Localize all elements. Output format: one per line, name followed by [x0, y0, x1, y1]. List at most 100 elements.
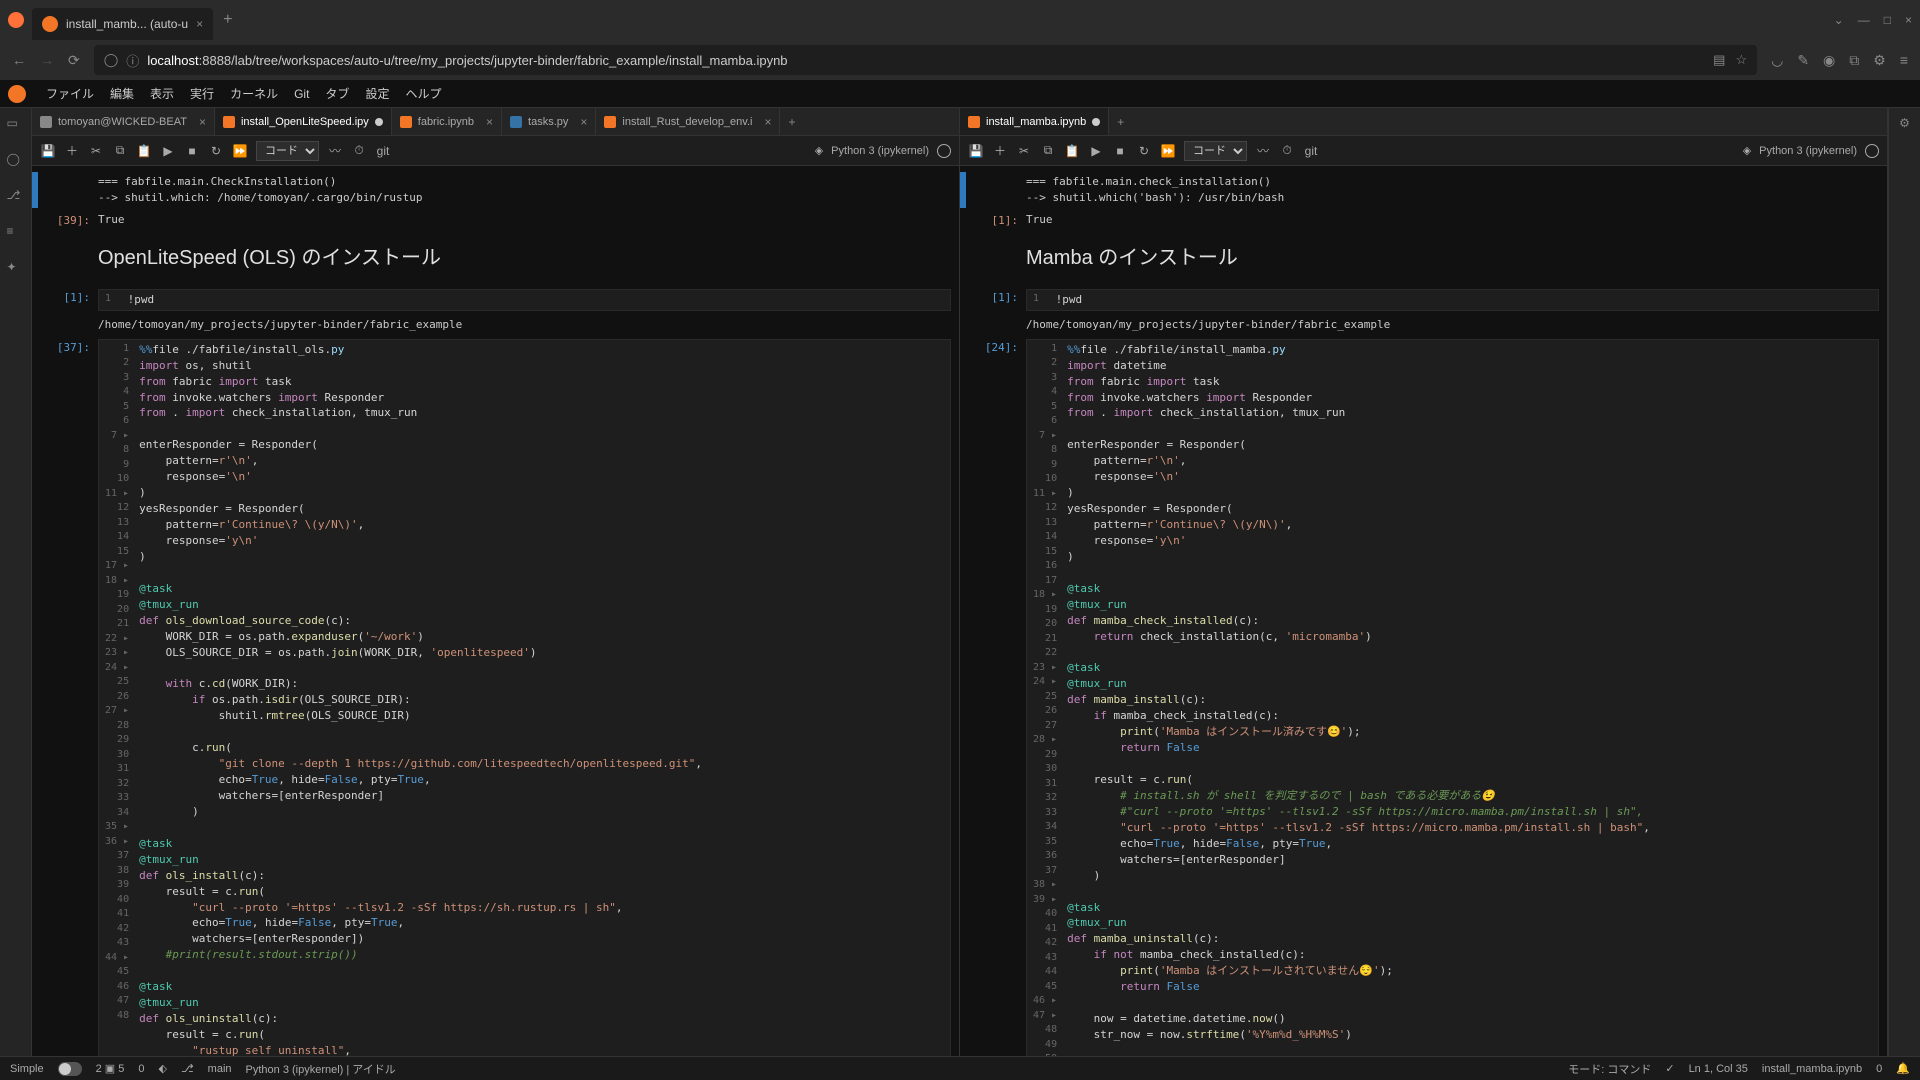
timing-icon[interactable]: ⏱ [351, 143, 367, 158]
pocket-icon[interactable]: ◡ [1771, 52, 1783, 69]
add-tab-button[interactable]: + [780, 115, 803, 129]
right-notebook[interactable]: === fabfile.main.check_installation() --… [960, 166, 1887, 1056]
restart-run-icon[interactable]: ⏩ [232, 144, 248, 158]
status-filename[interactable]: install_mamba.ipynb [1762, 1063, 1862, 1075]
new-tab-button[interactable]: + [223, 11, 232, 29]
output-text: === fabfile.main.CheckInstallation() -->… [98, 172, 959, 208]
menu-edit[interactable]: 編集 [110, 85, 134, 102]
variable-icon[interactable]: 〰 [327, 142, 343, 159]
timing-icon[interactable]: ⏱ [1279, 143, 1295, 158]
tab-rust[interactable]: install_Rust_develop_env.i× [596, 108, 780, 135]
status-lsp-icon[interactable]: ⬖ [159, 1062, 167, 1075]
status-kernel[interactable]: Python 3 (ipykernel) | アイドル [246, 1061, 396, 1077]
add-cell-icon[interactable]: ＋ [992, 142, 1008, 159]
code-cell-37[interactable]: %%file ./fabfile/install_ols.py import o… [135, 340, 950, 1056]
tab-tasks[interactable]: tasks.py× [502, 108, 596, 135]
menu-file[interactable]: ファイル [46, 85, 94, 102]
window-maximize-icon[interactable]: □ [1884, 13, 1891, 27]
left-notebook[interactable]: === fabfile.main.CheckInstallation() -->… [32, 166, 959, 1056]
simple-mode-toggle[interactable] [58, 1062, 82, 1076]
close-icon[interactable]: × [196, 17, 203, 31]
save-icon[interactable]: 💾 [968, 144, 984, 158]
cut-icon[interactable]: ✂ [88, 144, 104, 158]
markdown-heading[interactable]: OpenLiteSpeed (OLS) のインストール [98, 234, 951, 283]
cut-icon[interactable]: ✂ [1016, 144, 1032, 158]
extensions-icon[interactable]: ⧉ [1849, 52, 1859, 69]
tab-install-mamba[interactable]: install_mamba.ipynb [960, 108, 1109, 135]
browser-tab[interactable]: install_mamb... (auto-u × [32, 8, 213, 40]
bookmark-icon[interactable]: ☆ [1735, 52, 1747, 68]
jupyter-menubar: ファイル 編集 表示 実行 カーネル Git タブ 設定 ヘルプ [0, 80, 1920, 108]
status-terminals[interactable]: 2 ▣ 5 [96, 1062, 125, 1075]
copy-icon[interactable]: ⧉ [112, 143, 128, 158]
cell-type-select[interactable]: コード [1184, 141, 1247, 161]
close-icon[interactable]: × [580, 115, 587, 129]
restart-run-icon[interactable]: ⏩ [1160, 144, 1176, 158]
menu-git[interactable]: Git [294, 87, 309, 101]
code-cell-24[interactable]: %%file ./fabfile/install_mamba.py import… [1063, 340, 1878, 1056]
status-git-icon[interactable]: ⎇ [181, 1062, 194, 1075]
tab-fabric[interactable]: fabric.ipynb× [392, 108, 502, 135]
menu-kernel[interactable]: カーネル [230, 85, 278, 102]
property-inspector-icon[interactable]: ⚙ [1899, 116, 1910, 130]
kernel-switch-icon[interactable]: ◈ [815, 144, 823, 157]
extensions-palette-icon[interactable]: ✦ [7, 260, 25, 278]
cell-type-select[interactable]: コード [256, 141, 319, 161]
paste-icon[interactable]: 📋 [136, 144, 152, 158]
reader-icon[interactable]: ▤ [1713, 52, 1725, 68]
code-pwd[interactable]: !pwd [1045, 290, 1878, 310]
status-trusted-icon[interactable]: ✓ [1665, 1062, 1674, 1075]
git-icon[interactable]: ⎇ [7, 188, 25, 206]
paste-icon[interactable]: 📋 [1064, 144, 1080, 158]
copy-icon[interactable]: ⧉ [1040, 143, 1056, 158]
tab-install-ols[interactable]: install_OpenLiteSpeed.ipy [215, 108, 392, 135]
status-branch[interactable]: main [208, 1063, 232, 1075]
menu-icon[interactable]: ≡ [1900, 52, 1908, 69]
close-icon[interactable]: × [764, 115, 771, 129]
code-pwd[interactable]: !pwd [117, 290, 950, 310]
menu-run[interactable]: 実行 [190, 85, 214, 102]
status-position[interactable]: Ln 1, Col 35 [1689, 1063, 1748, 1075]
stop-icon[interactable]: ■ [184, 144, 200, 158]
menu-tabs[interactable]: タブ [325, 85, 349, 102]
back-icon[interactable]: ← [12, 52, 26, 68]
kernel-name[interactable]: Python 3 (ipykernel) [1759, 145, 1857, 157]
bell-icon[interactable]: 🔔 [1896, 1062, 1910, 1075]
add-tab-button[interactable]: + [1109, 115, 1132, 129]
restart-icon[interactable]: ↻ [1136, 144, 1152, 158]
close-icon[interactable]: × [199, 115, 206, 129]
git-text[interactable]: git [1303, 144, 1319, 158]
markdown-heading[interactable]: Mamba のインストール [1026, 234, 1879, 283]
restart-icon[interactable]: ↻ [208, 144, 224, 158]
save-icon[interactable]: 💾 [40, 144, 56, 158]
git-text[interactable]: git [375, 144, 391, 158]
account-icon[interactable]: ◉ [1823, 52, 1835, 69]
reload-icon[interactable]: ⟳ [68, 52, 80, 69]
filebrowser-icon[interactable]: ▭ [7, 116, 25, 134]
close-icon[interactable]: × [486, 115, 493, 129]
menu-view[interactable]: 表示 [150, 85, 174, 102]
out-prompt: [1]: [966, 210, 1026, 230]
kernel-switch-icon[interactable]: ◈ [1743, 144, 1751, 157]
variable-icon[interactable]: 〰 [1255, 142, 1271, 159]
left-toolbar: 💾 ＋ ✂ ⧉ 📋 ▶ ■ ↻ ⏩ コード 〰 ⏱ git ◈ Python 3… [32, 136, 959, 166]
menu-settings[interactable]: 設定 [365, 85, 389, 102]
toc-icon[interactable]: ≡ [7, 224, 25, 242]
run-icon[interactable]: ▶ [1088, 144, 1104, 158]
window-minimize-icon[interactable]: — [1858, 13, 1870, 27]
menu-help[interactable]: ヘルプ [405, 85, 441, 102]
status-ext[interactable]: 0 [138, 1063, 144, 1075]
running-icon[interactable]: ◯ [7, 152, 25, 170]
terminal-icon [40, 116, 52, 128]
run-icon[interactable]: ▶ [160, 144, 176, 158]
add-cell-icon[interactable]: ＋ [64, 142, 80, 159]
output-pwd: /home/tomoyan/my_projects/jupyter-binder… [1026, 315, 1887, 335]
status-notifications[interactable]: 0 [1876, 1063, 1882, 1075]
url-bar[interactable]: ◯ ⓘ localhost:8888/lab/tree/workspaces/a… [94, 45, 1757, 75]
window-close-icon[interactable]: × [1905, 13, 1912, 27]
kernel-name[interactable]: Python 3 (ipykernel) [831, 145, 929, 157]
tab-console[interactable]: tomoyan@WICKED-BEAT× [32, 108, 215, 135]
stop-icon[interactable]: ■ [1112, 144, 1128, 158]
settings-icon[interactable]: ✎ [1797, 52, 1809, 69]
addon-icon[interactable]: ⚙ [1873, 52, 1886, 69]
